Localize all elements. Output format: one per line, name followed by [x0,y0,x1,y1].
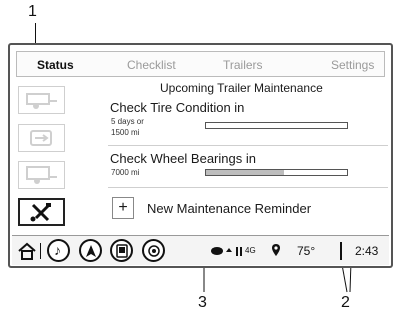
audio-button[interactable]: ♪ [47,239,70,262]
trailer-icon [26,93,57,109]
maintenance-button[interactable] [18,198,65,226]
navigation-button[interactable] [79,239,102,262]
tire-progress-bar [205,122,348,129]
bearing-progress-fill [206,170,284,175]
tab-bar: Status Checklist Trailers Settings [16,51,385,77]
apps-icon [148,245,160,257]
audio-icon: ♪ [54,242,61,258]
callout-3: 3 [198,294,207,311]
tire-check-sub2: 1500 mi [111,128,140,137]
display-screen: Status Checklist Trailers Settings Upcom… [8,43,393,268]
location-pin-icon [272,244,280,256]
tire-check-label: Check Tire Condition in [110,100,245,115]
new-reminder-button[interactable]: + New Maintenance Reminder [110,195,385,223]
status-divider [340,242,342,260]
navigation-icon [86,245,96,257]
new-reminder-label: New Maintenance Reminder [147,201,312,216]
separator-2 [108,187,388,188]
phone-icon [116,244,128,258]
bottom-bar: ♪ 4G 75° 2:43 [12,235,389,265]
connectivity-icons [211,247,242,256]
trailer-button[interactable] [18,86,65,114]
signal-label: 4G [245,246,256,255]
panel-title: Upcoming Trailer Maintenance [160,81,323,95]
phone-button[interactable] [110,239,133,262]
connection-button[interactable] [18,124,65,152]
clock: 2:43 [355,244,379,258]
bearing-check-sub1: 7000 mi [111,168,140,177]
home-icon[interactable] [17,241,37,261]
tools-icon [30,203,51,222]
add-icon: + [112,197,134,219]
tab-trailers[interactable]: Trailers [223,58,263,72]
apps-button[interactable] [142,239,165,262]
tab-checklist[interactable]: Checklist [127,58,176,72]
bearing-check-label: Check Wheel Bearings in [110,151,256,166]
bearing-progress-bar [205,169,348,176]
tab-status[interactable]: Status [37,58,74,72]
separator-1 [108,145,388,146]
trailer-side-icon [26,166,57,184]
temperature: 75° [297,244,316,258]
trailer-side-button[interactable] [18,161,65,189]
divider [40,243,41,259]
trailer-connection-icon [30,130,52,146]
tab-settings[interactable]: Settings [331,58,374,72]
tire-check-sub1: 5 days or [111,117,144,126]
